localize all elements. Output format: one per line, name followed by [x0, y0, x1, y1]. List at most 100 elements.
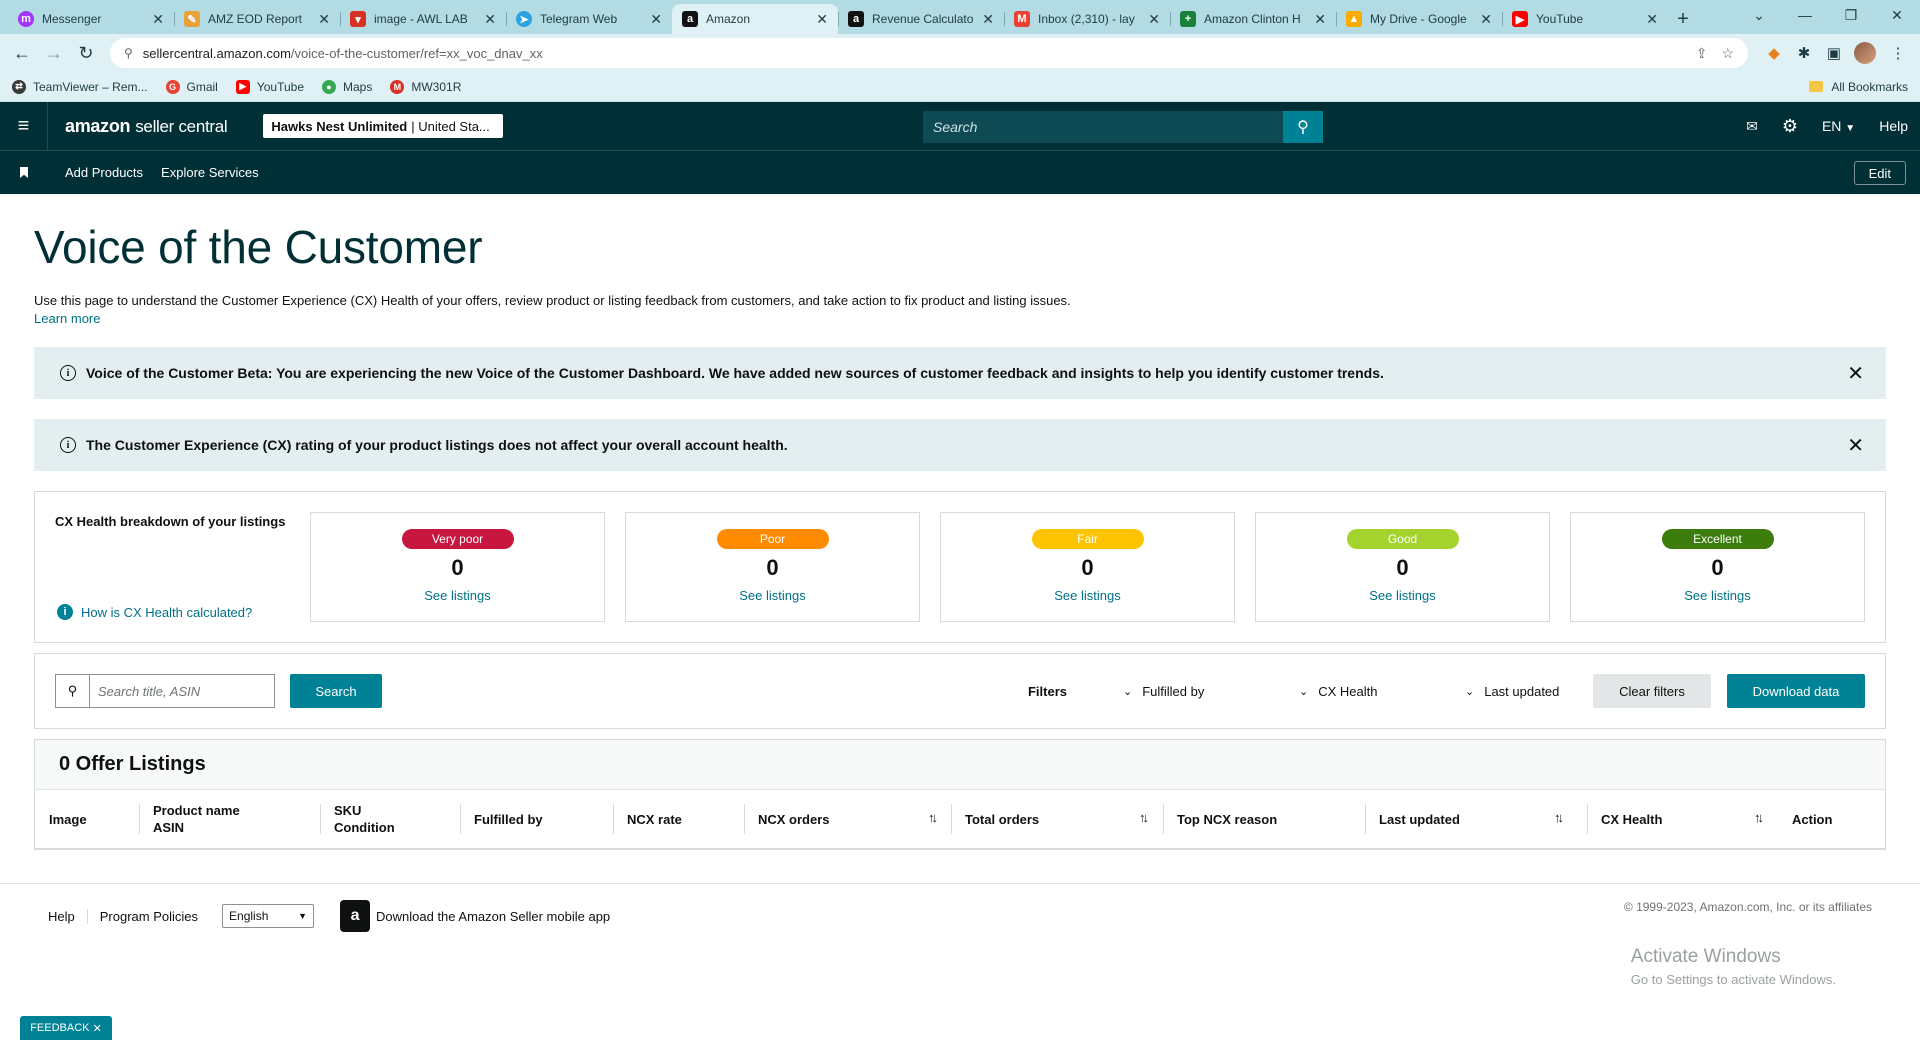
close-icon[interactable]: ✕ — [816, 11, 828, 28]
sort-icon[interactable]: ↑↓ — [1554, 810, 1564, 825]
col-action: Action — [1792, 811, 1833, 827]
footer-links: Help Program Policies English ▼ a Downloa… — [48, 900, 610, 932]
footer-program-policies-link[interactable]: Program Policies — [86, 908, 210, 924]
browser-tab[interactable]: ✎ AMZ EOD Report ✕ — [174, 4, 340, 34]
browser-tab[interactable]: ▶ YouTube ✕ — [1502, 4, 1668, 34]
forward-icon[interactable]: → — [40, 39, 68, 67]
browser-tab[interactable]: ➤ Telegram Web ✕ — [506, 4, 672, 34]
star-icon[interactable]: ☆ — [1721, 45, 1734, 62]
restore-icon[interactable]: ❐ — [1828, 0, 1874, 30]
close-icon[interactable]: ✕ — [93, 1022, 102, 1035]
cx-health-help-link[interactable]: i How is CX Health calculated? — [57, 604, 252, 620]
minimize-icon[interactable]: — — [1782, 0, 1828, 30]
filter-last-updated[interactable]: ⌄ Last updated — [1465, 684, 1569, 699]
col-total-orders[interactable]: Total orders — [950, 790, 1039, 848]
close-icon[interactable]: ✕ — [1314, 11, 1326, 28]
col-ncx-orders[interactable]: NCX orders — [744, 790, 830, 848]
col-ncx-rate: NCX rate — [613, 790, 682, 848]
filters-label: Filters — [1027, 683, 1067, 699]
bookmarks-bar: ⇄ TeamViewer – Rem... G Gmail ▶ YouTube ● Ma… — [0, 72, 1920, 102]
close-icon[interactable]: ✕ — [484, 11, 496, 28]
footer-language-select[interactable]: English ▼ — [222, 904, 315, 928]
learn-more-link[interactable]: Learn more — [34, 311, 100, 326]
close-icon[interactable]: ✕ — [152, 11, 164, 28]
filter-fulfilled-by[interactable]: ⌄ Fulfilled by — [1123, 684, 1243, 699]
close-window-icon[interactable]: ✕ — [1874, 0, 1920, 30]
see-listings-link[interactable]: See listings — [1684, 588, 1750, 603]
bookmark-gmail[interactable]: G Gmail — [165, 79, 218, 94]
main-content: Voice of the Customer Use this page to u… — [0, 194, 1920, 850]
feedback-button[interactable]: FEEDBACK ✕ — [20, 1016, 112, 1040]
browser-tab[interactable]: m Messenger ✕ — [8, 4, 174, 34]
bookmark-youtube[interactable]: ▶ YouTube — [235, 79, 304, 94]
close-icon[interactable]: ✕ — [1847, 361, 1864, 386]
activate-windows-watermark: Activate Windows Go to Settings to activ… — [1630, 946, 1836, 987]
search-icon[interactable]: ⚲ — [1283, 111, 1323, 143]
bookmark-mw301r[interactable]: M MW301R — [390, 79, 461, 94]
new-tab-button[interactable]: + — [1668, 4, 1698, 34]
mail-icon[interactable]: ✉ — [1746, 118, 1758, 135]
reload-icon[interactable]: ↻ — [72, 39, 100, 67]
sort-icon[interactable]: ↑↓ — [928, 810, 938, 825]
search-button[interactable]: Search — [290, 674, 382, 708]
alert-text: The Customer Experience (CX) rating of y… — [86, 437, 788, 453]
browser-tab[interactable]: ▾ image - AWL LAB ✕ — [340, 4, 506, 34]
hamburger-menu-icon[interactable]: ≡ — [0, 102, 48, 150]
browser-tab[interactable]: ▲ My Drive - Google ✕ — [1336, 4, 1502, 34]
footer-help-link[interactable]: Help — [48, 909, 87, 924]
close-icon[interactable]: ✕ — [650, 11, 662, 28]
amazon-seller-app-icon: a — [340, 900, 371, 932]
header-right: ✉ ⚙ EN ▼ Help — [1734, 102, 1920, 150]
download-app-link[interactable]: a Download the Amazon Seller mobile app — [340, 900, 610, 932]
gear-icon[interactable]: ⚙ — [1782, 116, 1798, 137]
listings-count-title: 0 Offer Listings — [35, 740, 1885, 790]
metamask-icon[interactable]: ◆ — [1760, 39, 1788, 67]
share-icon[interactable]: ⇪ — [1696, 45, 1708, 62]
site-info-icon[interactable]: ⚲ — [124, 46, 133, 60]
tab-search-icon[interactable]: ⌄ — [1736, 0, 1782, 30]
profile-avatar[interactable] — [1854, 42, 1876, 64]
help-link[interactable]: Help — [1879, 118, 1908, 134]
sort-icon[interactable]: ↑↓ — [1754, 810, 1764, 825]
menu-icon[interactable]: ⋮ — [1884, 39, 1912, 67]
download-data-button[interactable]: Download data — [1727, 674, 1865, 708]
subnav-add-products[interactable]: Add Products — [65, 165, 143, 180]
see-listings-link[interactable]: See listings — [739, 588, 805, 603]
col-sku: SKU Condition — [320, 790, 395, 848]
filter-cx-health[interactable]: ⌄ CX Health — [1299, 684, 1409, 699]
close-icon[interactable]: ✕ — [318, 11, 330, 28]
col-last-updated[interactable]: Last updated — [1365, 790, 1460, 848]
address-bar[interactable]: ⚲ sellercentral.amazon.com/voice-of-the-… — [110, 38, 1748, 68]
col-cx-health[interactable]: CX Health — [1586, 790, 1662, 848]
close-icon[interactable]: ✕ — [1148, 11, 1160, 28]
see-listings-link[interactable]: See listings — [1054, 588, 1120, 603]
listing-search-input[interactable]: Search title, ASIN — [90, 675, 274, 707]
header-search-input[interactable]: Search — [923, 111, 1283, 143]
language-selector[interactable]: EN ▼ — [1822, 118, 1855, 134]
bookmark-teamviewer[interactable]: ⇄ TeamViewer – Rem... — [12, 79, 148, 94]
extensions-icon[interactable]: ✱ — [1790, 39, 1818, 67]
cx-badge: Good — [1346, 529, 1459, 549]
seller-central-logo[interactable]: amazon seller central — [65, 116, 228, 137]
all-bookmarks[interactable]: All Bookmarks — [1809, 80, 1908, 94]
edit-button[interactable]: Edit — [1853, 161, 1906, 185]
close-icon[interactable]: ✕ — [1646, 11, 1658, 28]
copyright: © 1999-2023, Amazon.com, Inc. or its aff… — [1623, 900, 1872, 914]
close-icon[interactable]: ✕ — [1480, 11, 1492, 28]
subnav-explore-services[interactable]: Explore Services — [161, 165, 259, 180]
browser-tab-active[interactable]: a Amazon ✕ — [672, 4, 838, 34]
sort-icon[interactable]: ↑↓ — [1139, 810, 1149, 825]
close-icon[interactable]: ✕ — [982, 11, 994, 28]
see-listings-link[interactable]: See listings — [1369, 588, 1435, 603]
side-panel-icon[interactable]: ▣ — [1820, 39, 1848, 67]
browser-tab[interactable]: + Amazon Clinton H ✕ — [1170, 4, 1336, 34]
clear-filters-button[interactable]: Clear filters — [1593, 674, 1711, 708]
close-icon[interactable]: ✕ — [1847, 433, 1864, 458]
see-listings-link[interactable]: See listings — [424, 588, 490, 603]
bookmark-maps[interactable]: ● Maps — [322, 79, 372, 94]
bookmark-icon[interactable] — [0, 167, 48, 178]
browser-tab[interactable]: a Revenue Calculato ✕ — [838, 4, 1004, 34]
store-selector[interactable]: Hawks Nest Unlimited | United Sta... — [263, 114, 504, 138]
browser-tab[interactable]: M Inbox (2,310) - lay ✕ — [1004, 4, 1170, 34]
back-icon[interactable]: ← — [8, 39, 36, 67]
